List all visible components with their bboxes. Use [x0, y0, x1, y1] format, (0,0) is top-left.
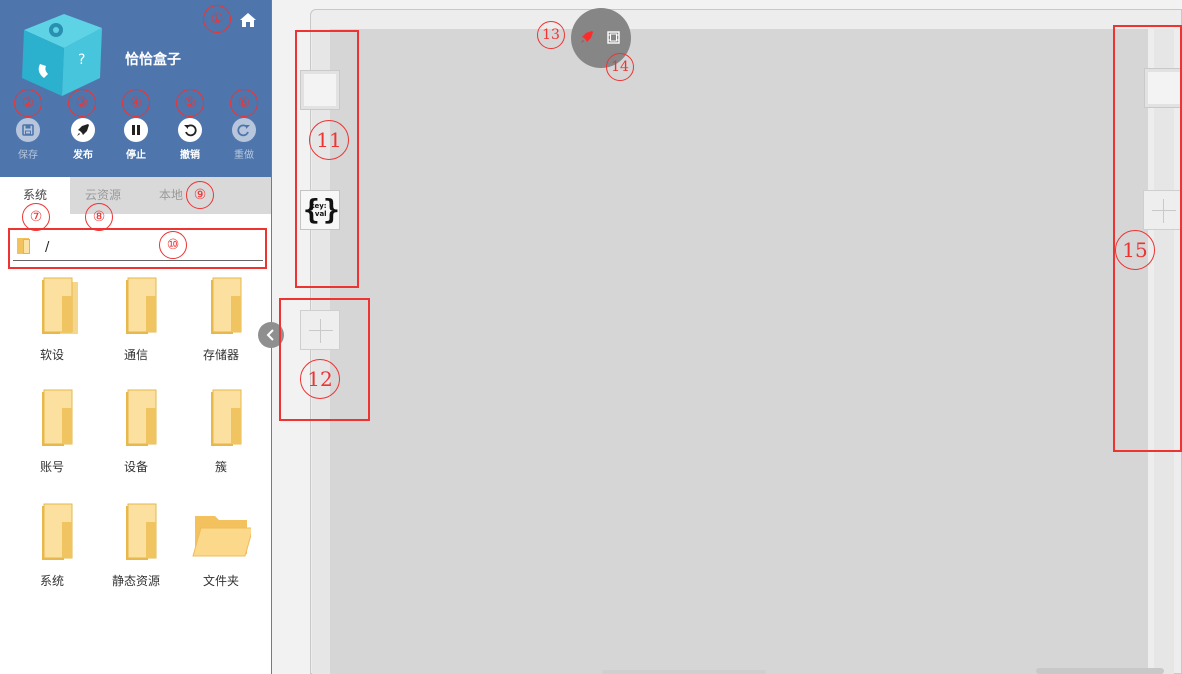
- open-folder-icon: [192, 516, 251, 557]
- redo-button-label: 重做: [234, 150, 254, 161]
- file-name: 通信: [123, 348, 148, 362]
- annotation-marker: 12: [300, 359, 340, 399]
- save-button[interactable]: 保存: [8, 118, 48, 166]
- file-name: 账号: [39, 460, 64, 474]
- breadcrumb: /: [8, 228, 267, 269]
- file-item[interactable]: 设备: [96, 388, 176, 488]
- annotation-marker: ①: [203, 5, 231, 33]
- annotation-marker: ③: [68, 89, 96, 117]
- rocket-icon: [71, 118, 95, 142]
- file-name: 静态资源: [111, 574, 160, 588]
- undo-button-label: 撤销: [180, 150, 200, 161]
- annotation-marker: ⑨: [186, 181, 214, 209]
- redo-button[interactable]: 重做: [224, 118, 264, 166]
- pause-icon: [124, 118, 148, 142]
- design-canvas[interactable]: [330, 29, 1148, 674]
- file-item[interactable]: 账号: [12, 388, 92, 488]
- redo-icon: [232, 118, 256, 142]
- annotation-marker: ④: [122, 89, 150, 117]
- annotation-marker: ⑩: [159, 231, 187, 259]
- file-name: 文件夹: [202, 574, 239, 588]
- folder-icon: [42, 503, 73, 560]
- annotation-marker: 14: [606, 53, 634, 81]
- editor-toolbar: 保存 发布 停止 撤销 重做: [0, 118, 271, 168]
- folder-icon: [211, 389, 242, 446]
- folder-icon: [42, 277, 78, 334]
- folder-icon: [211, 277, 242, 334]
- app-title: 恰恰盒子: [125, 52, 181, 68]
- rocket-icon[interactable]: [580, 30, 594, 44]
- annotation-marker: ⑤: [176, 89, 204, 117]
- undo-icon: [178, 118, 202, 142]
- path-field[interactable]: /: [13, 234, 263, 261]
- file-name: 簇: [214, 460, 227, 474]
- annotation-marker: ⑧: [85, 203, 113, 231]
- file-item[interactable]: 文件夹: [181, 502, 261, 602]
- annotation-marker: ⑦: [22, 203, 50, 231]
- stop-button-label: 停止: [126, 150, 146, 161]
- save-button-label: 保存: [18, 150, 38, 161]
- annotation-marker: ⑥: [230, 89, 258, 117]
- file-item[interactable]: 存储器: [181, 276, 261, 376]
- annotation-marker: 13: [537, 21, 565, 49]
- svg-text:?: ?: [78, 52, 85, 68]
- folder-icon: [126, 277, 157, 334]
- annotation-marker: 15: [1115, 230, 1155, 270]
- folder-icon: [126, 503, 157, 560]
- file-item[interactable]: 静态资源: [96, 502, 176, 602]
- file-item[interactable]: 通信: [96, 276, 176, 376]
- horizontal-scrollbar-thumb[interactable]: [1036, 668, 1164, 674]
- save-icon: [16, 118, 40, 142]
- file-item[interactable]: 系统: [12, 502, 92, 602]
- annotation-marker: 11: [309, 120, 349, 160]
- horizontal-scrollbar[interactable]: [602, 670, 766, 674]
- home-icon[interactable]: [239, 12, 257, 28]
- folder-icon: [42, 389, 73, 446]
- file-name: 设备: [123, 460, 148, 474]
- stop-button[interactable]: 停止: [116, 118, 156, 166]
- design-workspace: [272, 0, 1182, 674]
- current-path: /: [45, 240, 50, 255]
- folder-icon: [17, 238, 30, 254]
- file-item[interactable]: 簇: [181, 388, 261, 488]
- file-name: 系统: [39, 574, 64, 588]
- film-icon[interactable]: [607, 31, 620, 44]
- publish-button[interactable]: 发布: [63, 118, 103, 166]
- publish-button-label: 发布: [73, 150, 93, 161]
- file-item[interactable]: 软设: [12, 276, 92, 376]
- chevron-left-icon: [266, 329, 274, 341]
- folder-icon: [126, 389, 157, 446]
- app-logo-cube-icon: ?: [22, 14, 102, 96]
- file-name: 存储器: [202, 348, 239, 362]
- file-name: 软设: [39, 348, 64, 362]
- annotation-marker: ②: [14, 89, 42, 117]
- undo-button[interactable]: 撤销: [170, 118, 210, 166]
